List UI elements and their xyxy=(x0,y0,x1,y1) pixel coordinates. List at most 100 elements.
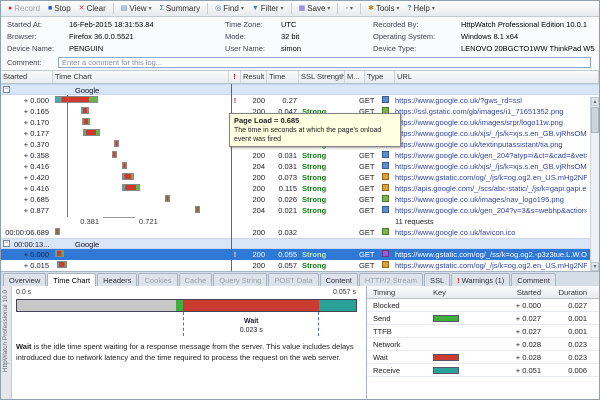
scroll-up-icon[interactable]: ▲ xyxy=(591,97,599,106)
record-button[interactable]: ●Record xyxy=(5,3,43,14)
new-page-button[interactable]: ▫▾ xyxy=(342,4,356,13)
comment-input[interactable] xyxy=(58,57,591,68)
column-header-time-chart[interactable]: Time Chart xyxy=(53,71,229,83)
page-icon: ▫ xyxy=(345,5,347,12)
comment-row: Comment: xyxy=(7,57,591,70)
group-row[interactable]: −00:00:13...Google xyxy=(1,238,599,249)
time-chart-bar[interactable] xyxy=(122,184,140,191)
tab-content[interactable]: Content xyxy=(320,273,358,286)
tab-cache[interactable]: Cache xyxy=(179,273,213,286)
time-chart-bar[interactable] xyxy=(55,96,98,103)
tab-query-string[interactable]: Query String xyxy=(213,273,267,286)
column-header-ssl-strength[interactable]: SSL Strength xyxy=(299,71,345,83)
tab-http-2-stream[interactable]: HTTP/2 Stream xyxy=(359,273,423,286)
request-started: + 0.358 xyxy=(1,151,49,160)
request-time: 0.115 xyxy=(267,184,297,193)
time-chart-bar[interactable] xyxy=(165,195,170,202)
column-header-time[interactable]: Time xyxy=(267,71,299,83)
request-started: + 0.015 xyxy=(1,261,49,270)
time-chart-bar[interactable] xyxy=(83,129,99,136)
toolbar-button-label: View xyxy=(129,4,146,13)
request-row[interactable]: + 0.0152000.057StrongGEThttps://www.gsta… xyxy=(1,260,599,271)
request-method: GET xyxy=(359,195,383,204)
timing-name: Send xyxy=(367,314,433,323)
summary-end-value: 0.721 xyxy=(139,217,158,226)
request-started: + 0.177 xyxy=(1,129,49,138)
summary-button[interactable]: ΣSummary xyxy=(157,3,204,14)
summary-icon: Σ xyxy=(160,5,164,12)
send-key-swatch xyxy=(433,315,459,322)
time-chart-bar[interactable] xyxy=(57,261,66,268)
request-row[interactable]: + 0.6852000.026StrongGEThttps://www.goog… xyxy=(1,194,599,205)
group-row[interactable]: −Google xyxy=(1,84,599,95)
column-header-warning[interactable]: ! xyxy=(229,71,241,83)
collapse-toggle-icon[interactable]: − xyxy=(3,86,10,93)
timing-column-header[interactable]: Duration xyxy=(541,288,591,297)
clear-button[interactable]: ✕Clear xyxy=(76,3,109,14)
wait-segment xyxy=(183,300,319,311)
tab-warnings-1-[interactable]: !Warnings (1) xyxy=(451,273,510,286)
time-chart-bar[interactable] xyxy=(112,151,117,158)
tab-post-data[interactable]: POST Data xyxy=(268,273,318,286)
tab-time-chart[interactable]: Time Chart xyxy=(47,273,96,286)
time-chart-bar[interactable] xyxy=(114,140,119,147)
column-header-m-[interactable]: M... xyxy=(345,71,365,83)
stop-button[interactable]: ■Stop xyxy=(45,3,74,14)
request-row[interactable]: + 0.4162000.115StrongGEThttps://apis.goo… xyxy=(1,183,599,194)
time-chart-bar[interactable] xyxy=(81,107,89,114)
request-row[interactable]: + 0.4162040.031StrongGEThttps://www.goog… xyxy=(1,161,599,172)
view-button[interactable]: ▤View▾ xyxy=(118,3,155,14)
time-chart-bar[interactable] xyxy=(55,250,64,257)
chevron-down-icon: ▾ xyxy=(350,5,353,12)
request-row[interactable]: 00:00:06.6892000.032GEThttps://www.googl… xyxy=(1,227,599,238)
group-page-label: Google xyxy=(75,240,99,249)
request-time: 0.026 xyxy=(267,195,297,204)
tools-button[interactable]: ✱Tools▾ xyxy=(365,3,403,14)
request-row[interactable]: + 0.4202000.073StrongGEThttps://www.gsta… xyxy=(1,172,599,183)
tab-comment[interactable]: Comment xyxy=(511,273,556,286)
timing-column-header[interactable]: Started xyxy=(489,288,541,297)
toolbar-button-label: Find xyxy=(223,4,239,13)
vertical-scrollbar[interactable]: ▲ ▼ xyxy=(590,97,599,271)
session-field: Operating System:Windows 8.1 x64 xyxy=(373,32,595,44)
scroll-down-icon[interactable]: ▼ xyxy=(591,262,599,271)
request-row[interactable]: + 0.3582000.031StrongGEThttps://www.goog… xyxy=(1,150,599,161)
column-header-url[interactable]: URL xyxy=(395,71,599,83)
filter-button[interactable]: ▼Filter▾ xyxy=(249,3,287,14)
save-button[interactable]: ▦Save▾ xyxy=(296,3,334,14)
request-url: https://www.google.co.uk/favicon.ico xyxy=(395,228,587,237)
time-chart-bar[interactable] xyxy=(195,206,200,213)
time-chart-bar[interactable] xyxy=(122,173,134,180)
request-row[interactable]: + 0.8772040.021StrongGEThttps://www.goog… xyxy=(1,205,599,216)
collapse-toggle-icon[interactable]: − xyxy=(3,240,10,247)
find-button[interactable]: ◎Find▾ xyxy=(212,3,247,14)
tab-overview[interactable]: Overview xyxy=(3,273,46,286)
time-chart-bar[interactable] xyxy=(82,118,90,125)
scrollbar-thumb[interactable] xyxy=(591,107,599,133)
tab-ssl[interactable]: SSL xyxy=(424,273,450,286)
request-result: 200 xyxy=(241,228,265,237)
column-header-started[interactable]: Started xyxy=(1,71,53,83)
request-url: https://ssl.gstatic.com/gb/images/i1_716… xyxy=(395,107,587,116)
time-chart-bar[interactable] xyxy=(55,228,60,235)
request-row[interactable]: + 0.000!2000.055StrongGEThttps://www.gst… xyxy=(1,249,599,260)
toolbar-button-label: Tools xyxy=(376,4,395,13)
toolbar-separator xyxy=(337,3,338,14)
field-label: Browser: xyxy=(7,32,69,41)
tab-cookies[interactable]: Cookies xyxy=(138,273,177,286)
request-method: GET xyxy=(359,261,383,270)
time-chart-bar[interactable] xyxy=(122,162,127,169)
column-header-type[interactable]: Type xyxy=(365,71,395,83)
timing-column-header[interactable]: Timing xyxy=(367,288,433,297)
field-value: Windows 8.1 x64 xyxy=(461,32,518,41)
image-icon xyxy=(382,195,389,202)
toolbar-button-label: Record xyxy=(14,4,40,13)
help-button[interactable]: ?Help▾ xyxy=(405,3,438,14)
timing-column-header[interactable]: Key xyxy=(433,288,489,297)
tab-headers[interactable]: Headers xyxy=(97,273,137,286)
column-header-result[interactable]: Result xyxy=(241,71,267,83)
request-row[interactable]: + 0.000!2000.27GEThttps://www.google.co.… xyxy=(1,95,599,106)
summary-request-count: 11 requests xyxy=(395,217,434,226)
timing-started: + 0.028 xyxy=(489,353,541,362)
request-started: + 0.416 xyxy=(1,162,49,171)
